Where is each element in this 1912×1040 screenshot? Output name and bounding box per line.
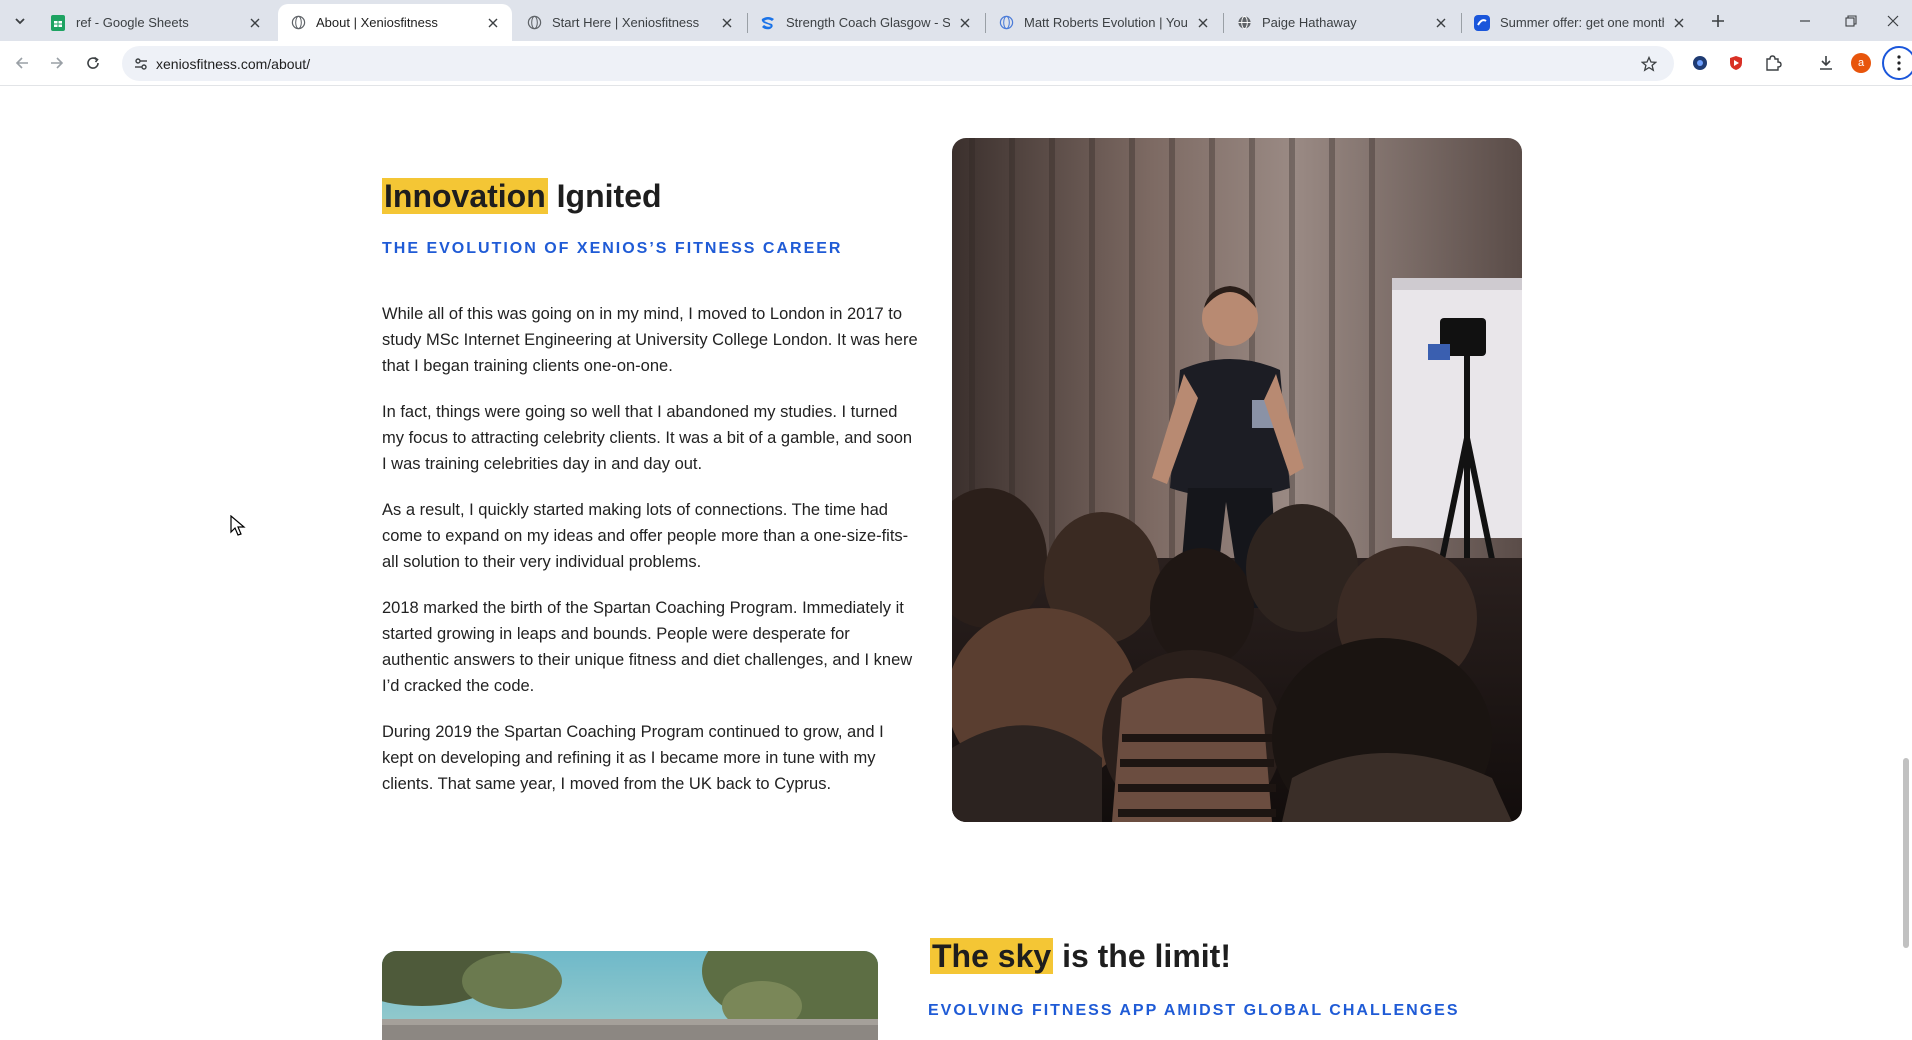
tab-start-here[interactable]: Start Here | Xeniosfitness [514, 4, 746, 41]
puzzle-icon [1766, 55, 1782, 71]
mouse-cursor-icon [230, 515, 246, 536]
restore-icon [1845, 14, 1857, 27]
tab-about-xeniosfitness[interactable]: About | Xeniosfitness [278, 4, 512, 41]
google-sheets-icon [50, 14, 66, 31]
browser-toolbar: xeniosfitness.com/about/ a [0, 41, 1912, 86]
download-icon [1820, 56, 1832, 70]
close-icon [1887, 15, 1899, 26]
paragraph: During 2019 the Spartan Coaching Program… [382, 723, 884, 793]
s-brand-icon [760, 15, 776, 31]
restore-button[interactable] [1828, 0, 1874, 41]
title-highlight: Innovation [382, 178, 548, 214]
shield-icon [1730, 56, 1742, 70]
extensions-button[interactable] [1759, 49, 1787, 77]
globe-icon [526, 15, 542, 31]
bookmark-star-icon[interactable] [1638, 53, 1660, 75]
close-icon[interactable] [246, 14, 264, 32]
section-title-sky-limit: The sky is the limit! [930, 938, 1231, 975]
avatar: a [1851, 53, 1871, 73]
tab-search-button[interactable] [6, 8, 34, 34]
title-highlight: The sky [930, 938, 1054, 974]
chevron-down-icon [15, 18, 25, 25]
tab-strip: ref - Google Sheets About | Xeniosfitnes… [0, 0, 1912, 41]
page-scrollbar[interactable] [1898, 86, 1912, 1040]
close-icon[interactable] [1670, 14, 1688, 32]
arrow-right-icon [51, 57, 64, 69]
paragraph: As a result, I quickly started making lo… [382, 501, 909, 571]
new-tab-button[interactable] [1704, 8, 1732, 34]
section-title-innovation: Innovation Ignited [382, 178, 662, 215]
title-rest: is the limit! [1062, 938, 1231, 974]
extension-button[interactable] [1686, 49, 1714, 77]
close-icon[interactable] [1194, 14, 1212, 32]
tab-title: About | Xeniosfitness [316, 15, 438, 30]
page-viewport: Innovation Ignited THE EVOLUTION OF XENI… [0, 86, 1912, 1040]
address-bar[interactable]: xeniosfitness.com/about/ [122, 46, 1674, 81]
profile-button[interactable]: a [1847, 49, 1875, 77]
tab-google-sheets[interactable]: ref - Google Sheets [38, 4, 274, 41]
tab-paige-hathaway[interactable]: Paige Hathaway [1224, 4, 1460, 41]
more-vert-icon [1897, 55, 1901, 71]
tab-title: Strength Coach Glasgow - Simp [786, 15, 950, 30]
outdoor-photo [382, 951, 878, 1040]
tab-title: Start Here | Xeniosfitness [552, 15, 700, 30]
back-button[interactable] [8, 49, 36, 77]
app-icon [1474, 14, 1490, 31]
arrow-left-icon [15, 57, 28, 69]
tab-strength-coach-glasgow[interactable]: Strength Coach Glasgow - Simp [748, 4, 984, 41]
paragraph: In fact, things were going so well that … [382, 403, 913, 473]
minimize-button[interactable] [1782, 0, 1828, 41]
scrollbar-thumb[interactable] [1903, 758, 1909, 948]
plus-icon [1712, 15, 1724, 27]
reload-button[interactable] [79, 49, 107, 77]
paragraph: 2018 marked the birth of the Spartan Coa… [382, 599, 913, 695]
extension-circle-icon [1693, 56, 1707, 70]
tab-summer-offer[interactable]: Summer offer: get one month f [1462, 4, 1698, 41]
paragraph: While all of this was going on in my min… [382, 305, 918, 375]
tab-title: Matt Roberts Evolution | Young [1024, 15, 1188, 30]
globe-icon [998, 15, 1014, 31]
globe-icon [1236, 15, 1252, 31]
url-text[interactable]: xeniosfitness.com/about/ [156, 56, 310, 72]
section-subtitle: THE EVOLUTION OF XENIOS’S FITNESS CAREER [382, 240, 843, 257]
close-icon[interactable] [718, 14, 736, 32]
title-rest: Ignited [556, 178, 662, 214]
speaker-photo [952, 138, 1522, 822]
close-icon[interactable] [1432, 14, 1450, 32]
globe-icon [290, 15, 306, 31]
chrome-menu-button[interactable] [1882, 46, 1912, 80]
close-icon[interactable] [484, 14, 502, 32]
close-icon[interactable] [956, 14, 974, 32]
tab-title: Summer offer: get one month f [1500, 15, 1664, 30]
site-info-icon[interactable] [130, 53, 152, 75]
reload-icon [87, 56, 99, 69]
downloads-button[interactable] [1812, 49, 1840, 77]
tab-title: Paige Hathaway [1262, 15, 1357, 30]
minimize-icon [1800, 19, 1810, 22]
close-window-button[interactable] [1870, 0, 1912, 41]
extension-button[interactable] [1722, 49, 1750, 77]
section-subtitle: EVOLVING FITNESS APP AMIDST GLOBAL CHALL… [928, 1002, 1460, 1019]
tab-title: ref - Google Sheets [76, 15, 189, 30]
forward-button[interactable] [43, 49, 71, 77]
tab-matt-roberts[interactable]: Matt Roberts Evolution | Young [986, 4, 1222, 41]
